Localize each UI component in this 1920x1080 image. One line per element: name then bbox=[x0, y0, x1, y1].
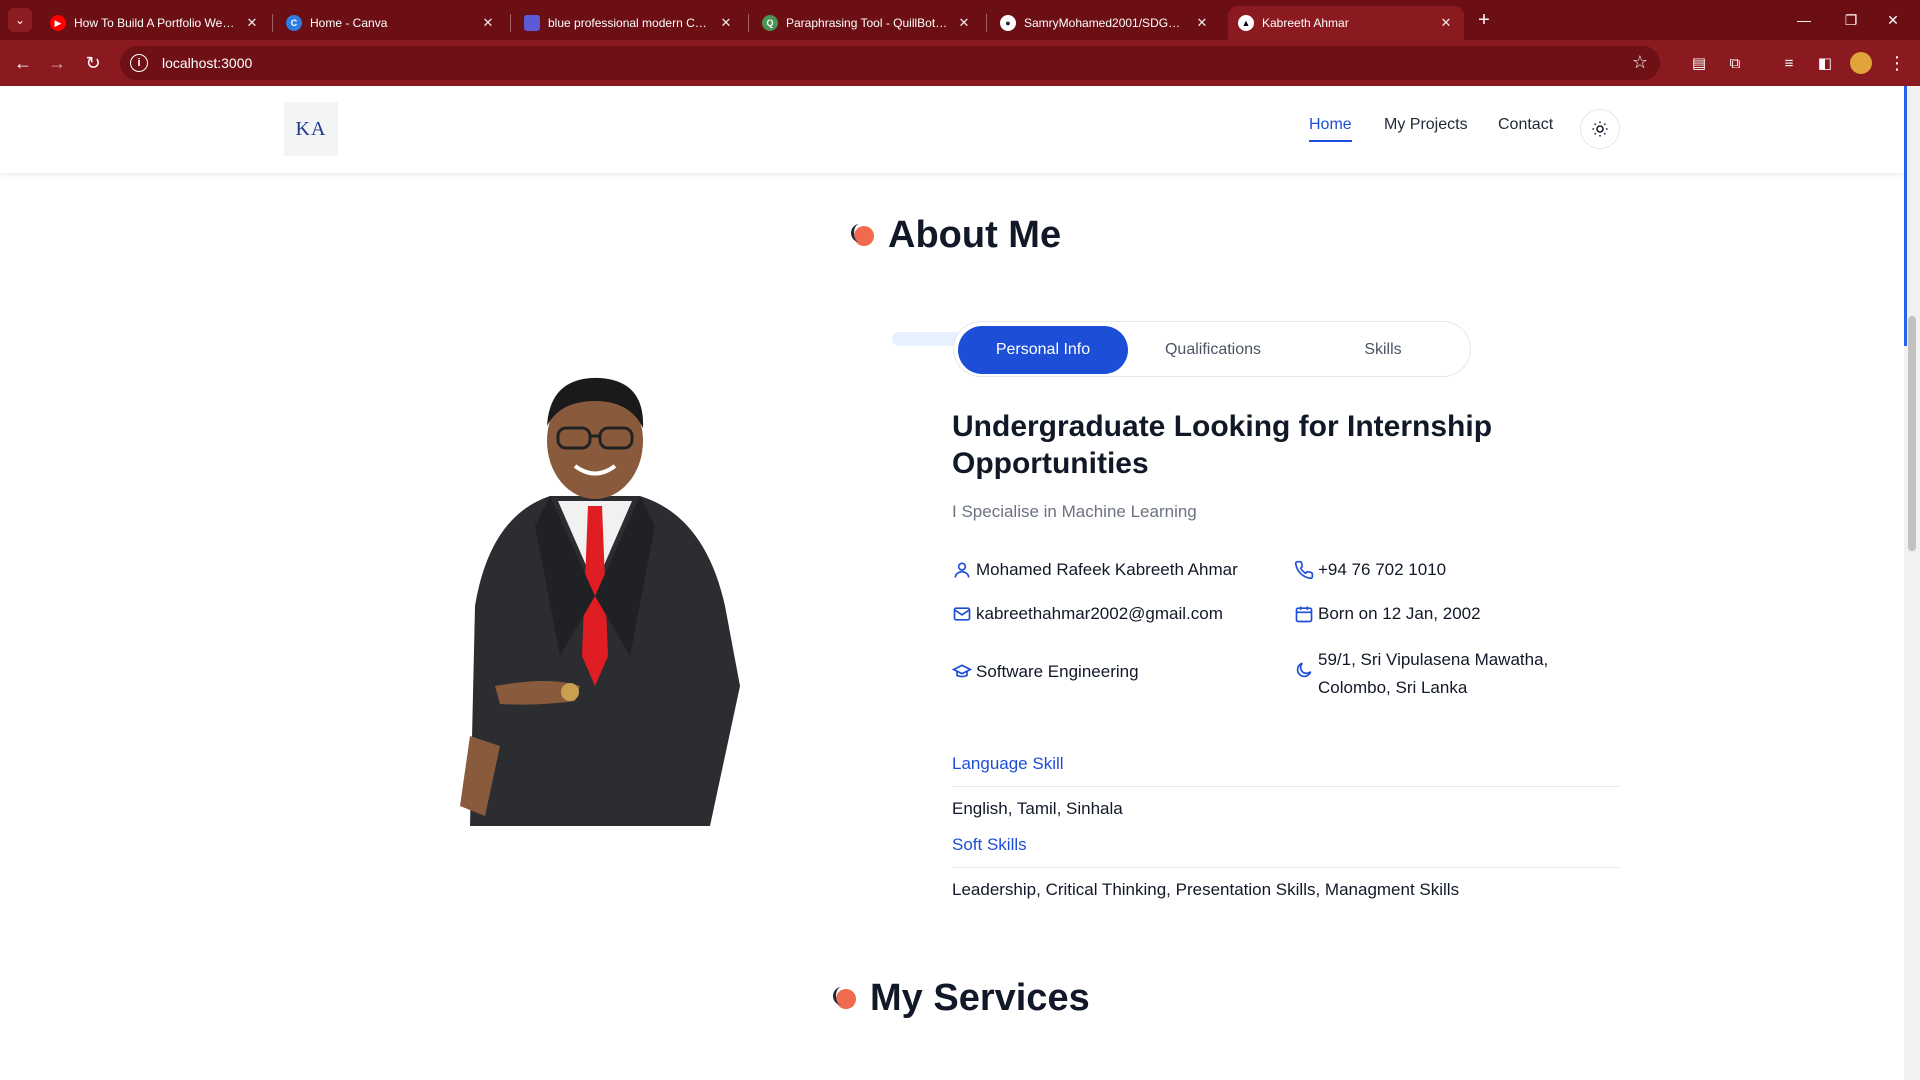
close-window-icon[interactable]: ✕ bbox=[1866, 0, 1920, 40]
tab-title: SamryMohamed2001/SDGP-SE bbox=[1024, 16, 1186, 30]
tab-qualifications[interactable]: Qualifications bbox=[1128, 326, 1298, 374]
quillbot-icon: Q bbox=[762, 15, 778, 31]
close-tab-icon[interactable]: ✕ bbox=[480, 15, 496, 31]
address-bar[interactable]: i localhost:3000 ☆ bbox=[120, 46, 1660, 80]
reading-list-icon[interactable]: ▤ bbox=[1684, 48, 1714, 78]
services-section-title: My Services bbox=[833, 977, 1090, 1020]
canva-icon: C bbox=[286, 15, 302, 31]
tab-divider bbox=[272, 14, 273, 32]
title-dot-icon bbox=[833, 986, 856, 1009]
soft-skills-title: Soft Skills bbox=[952, 835, 1027, 854]
about-subtitle: I Specialise in Machine Learning bbox=[952, 502, 1197, 521]
tab-title: blue professional modern CV re bbox=[548, 16, 710, 30]
tab-divider bbox=[748, 14, 749, 32]
browser-tab[interactable]: blue professional modern CV re ✕ bbox=[514, 6, 744, 40]
side-panel-icon[interactable]: ◧ bbox=[1810, 48, 1840, 78]
address-line: Colombo, Sri Lanka bbox=[1318, 678, 1468, 697]
browser-tab[interactable]: ▶ How To Build A Portfolio Websit ✕ bbox=[40, 6, 270, 40]
calendar-icon bbox=[1295, 606, 1313, 623]
divider bbox=[952, 867, 1619, 868]
close-tab-icon[interactable]: ✕ bbox=[956, 15, 972, 31]
info-email: kabreethahmar2002@gmail.com bbox=[952, 604, 1223, 624]
profile-avatar[interactable] bbox=[1846, 48, 1876, 78]
media-controls-icon[interactable]: ≡ bbox=[1774, 48, 1804, 78]
graduation-cap-icon bbox=[952, 664, 972, 678]
forward-arrow-icon[interactable]: → bbox=[42, 48, 72, 78]
tab-divider bbox=[986, 14, 987, 32]
close-tab-icon[interactable]: ✕ bbox=[1194, 15, 1210, 31]
site-header: KA Home My Projects Contact bbox=[0, 86, 1904, 173]
divider bbox=[952, 786, 1619, 787]
browser-tab-active[interactable]: ▲ Kabreeth Ahmar ✕ bbox=[1228, 6, 1464, 40]
github-icon: ● bbox=[1000, 15, 1016, 31]
about-section-title: About Me bbox=[851, 214, 1061, 257]
about-headline: Undergraduate Looking for Internship Opp… bbox=[952, 410, 1493, 480]
info-birthdate: Born on 12 Jan, 2002 bbox=[1294, 604, 1481, 624]
tab-personal-info[interactable]: Personal Info bbox=[958, 326, 1128, 374]
browser-tab[interactable]: ● SamryMohamed2001/SDGP-SE ✕ bbox=[990, 6, 1220, 40]
page-viewport: KA Home My Projects Contact About Me Per… bbox=[0, 86, 1904, 1080]
language-skill-text: English, Tamil, Sinhala bbox=[952, 799, 1123, 818]
info-address: 59/1, Sri Vipulasena Mawatha, Colombo, S… bbox=[1294, 646, 1548, 702]
info-phone: +94 76 702 1010 bbox=[1294, 560, 1446, 580]
youtube-icon: ▶ bbox=[50, 15, 66, 31]
browser-menu-icon[interactable]: ⋮ bbox=[1882, 48, 1912, 78]
close-tab-icon[interactable]: ✕ bbox=[1438, 15, 1454, 31]
tab-title: Home - Canva bbox=[310, 16, 388, 30]
info-field: Software Engineering bbox=[952, 662, 1139, 682]
new-tab-button[interactable]: + bbox=[1472, 8, 1496, 32]
tab-skills[interactable]: Skills bbox=[1298, 326, 1468, 374]
title-dot-icon bbox=[851, 223, 874, 246]
browser-tab[interactable]: Q Paraphrasing Tool - QuillBot AI ✕ bbox=[752, 6, 982, 40]
bookmark-star-icon[interactable]: ☆ bbox=[1632, 52, 1648, 73]
tab-divider bbox=[510, 14, 511, 32]
info-name: Mohamed Rafeek Kabreeth Ahmar bbox=[952, 560, 1238, 580]
back-arrow-icon[interactable]: ← bbox=[8, 48, 38, 78]
nav-home[interactable]: Home bbox=[1309, 116, 1352, 142]
sun-icon bbox=[1592, 121, 1608, 137]
tab-title: Paraphrasing Tool - QuillBot AI bbox=[786, 16, 948, 30]
tab-title: How To Build A Portfolio Websit bbox=[74, 16, 236, 30]
theme-toggle-button[interactable] bbox=[1580, 109, 1620, 149]
mail-icon bbox=[953, 607, 971, 621]
site-logo[interactable]: KA bbox=[284, 102, 338, 156]
nextjs-icon: ▲ bbox=[1238, 15, 1254, 31]
url-text[interactable]: localhost:3000 bbox=[162, 55, 252, 71]
canva-doc-icon bbox=[524, 15, 540, 31]
page-scrollbar[interactable] bbox=[1904, 86, 1920, 1080]
home-icon bbox=[1296, 662, 1312, 678]
minimize-icon[interactable]: — bbox=[1777, 0, 1831, 40]
phone-icon bbox=[1294, 560, 1314, 580]
language-skill-title: Language Skill bbox=[952, 754, 1064, 773]
scroll-progress bbox=[1904, 86, 1907, 346]
reload-icon[interactable]: ↻ bbox=[78, 48, 108, 78]
tab-search-button[interactable]: ⌄ bbox=[8, 8, 32, 32]
browser-tab[interactable]: C Home - Canva ✕ bbox=[276, 6, 506, 40]
tab-title: Kabreeth Ahmar bbox=[1262, 16, 1349, 30]
scroll-thumb[interactable] bbox=[1908, 316, 1916, 551]
browser-tab-strip: ⌄ ▶ How To Build A Portfolio Websit ✕ C … bbox=[0, 0, 1920, 40]
soft-skills-text: Leadership, Critical Thinking, Presentat… bbox=[952, 880, 1460, 899]
user-icon bbox=[954, 562, 970, 578]
nav-contact[interactable]: Contact bbox=[1498, 116, 1553, 140]
close-tab-icon[interactable]: ✕ bbox=[718, 15, 734, 31]
nav-my-projects[interactable]: My Projects bbox=[1384, 116, 1468, 140]
site-info-icon[interactable]: i bbox=[130, 54, 148, 72]
browser-toolbar: ← → ↻ i localhost:3000 ☆ ▤ ⧉ ≡ ◧ ⋮ bbox=[0, 40, 1920, 86]
address-line: 59/1, Sri Vipulasena Mawatha, bbox=[1318, 650, 1549, 669]
profile-photo bbox=[460, 377, 740, 826]
extensions-icon[interactable]: ⧉ bbox=[1720, 48, 1750, 78]
close-tab-icon[interactable]: ✕ bbox=[244, 15, 260, 31]
about-tabs: Personal Info Qualifications Skills bbox=[953, 321, 1471, 377]
